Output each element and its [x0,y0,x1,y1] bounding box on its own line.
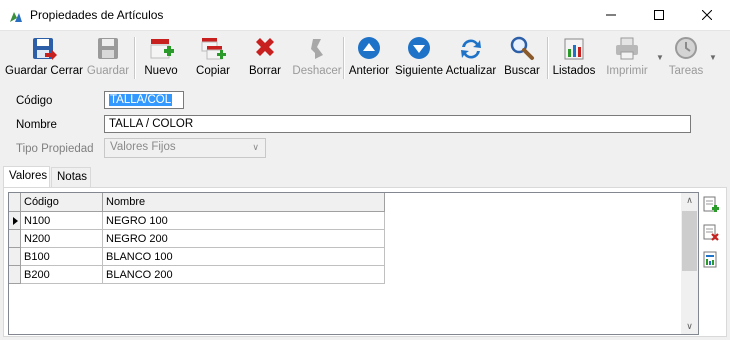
tasks-button[interactable]: Tareas [664,31,708,83]
tab-notas[interactable]: Notas [51,167,91,187]
maximize-button[interactable] [636,0,682,30]
copy-button[interactable]: Copiar [191,31,235,83]
minimize-icon [606,14,616,16]
cell-nombre[interactable]: NEGRO 200 [103,230,385,248]
delete-button[interactable]: Borrar [243,31,287,83]
table-row[interactable]: N100 NEGRO 100 [9,212,385,230]
undo-label: Deshacer [292,65,342,77]
save-close-button[interactable]: Guardar Cerrar [4,31,84,83]
refresh-label: Actualizar [445,65,497,77]
undo-icon [311,39,323,59]
column-header-nombre-label: Nombre [106,196,146,208]
previous-button[interactable]: Anterior [346,31,392,83]
close-button[interactable] [684,0,730,30]
chevron-down-icon: ∨ [252,142,259,152]
nombre-value: TALLA / COLOR [109,118,194,130]
copy-icon [201,38,226,60]
add-row-icon[interactable] [702,196,720,214]
tasks-icon [675,37,697,59]
title-bar: Propiedades de Artículos [0,0,730,31]
valores-panel: Código Nombre N100 NEGRO 100 N200 NEGRO … [3,187,727,337]
column-header-codigo-label: Código [24,196,59,208]
nombre-label: Nombre [16,119,57,131]
new-icon [150,39,174,59]
next-label: Siguiente [395,65,443,77]
scroll-down-icon[interactable]: ∨ [681,321,698,332]
save-icon [98,38,118,59]
table-row[interactable]: N200 NEGRO 200 [9,230,385,248]
tab-notas-label: Notas [57,171,88,183]
app-icon [10,12,22,22]
minimize-button[interactable] [588,0,634,30]
previous-icon [358,37,380,59]
nombre-field[interactable]: TALLA / COLOR [104,115,691,133]
scroll-up-icon[interactable]: ∧ [681,195,698,206]
values-grid[interactable]: Código Nombre N100 NEGRO 100 N200 NEGRO … [8,192,699,335]
reports-button[interactable]: Listados [551,31,597,83]
cell-codigo[interactable]: N100 [21,212,103,230]
print-label: Imprimir [606,65,648,77]
row-selector[interactable] [9,212,21,230]
search-icon [510,36,534,60]
row-selector[interactable] [9,230,21,248]
refresh-button[interactable]: Actualizar [445,31,497,83]
current-row-icon [13,217,18,225]
maximize-icon [654,10,664,20]
print-button[interactable]: Imprimir [600,31,654,83]
delete-label: Borrar [249,65,281,77]
delete-icon [256,38,274,56]
codigo-field[interactable]: TALLA/COL [104,91,184,109]
edit-row-icon[interactable] [702,251,720,269]
copy-label: Copiar [196,65,230,77]
new-label: Nuevo [144,65,178,77]
row-selector[interactable] [9,248,21,266]
codigo-label: Código [16,95,53,107]
scroll-thumb[interactable] [682,211,697,271]
toolbar-separator [134,37,136,79]
table-row[interactable]: B200 BLANCO 200 [9,266,385,284]
cell-nombre[interactable]: BLANCO 100 [103,248,385,266]
tab-valores-label: Valores [9,170,48,182]
close-icon [702,10,712,20]
column-header-nombre[interactable]: Nombre [103,193,385,212]
toolbar: Guardar Cerrar Guardar Nuevo Copiar Borr… [0,31,730,84]
save-label: Guardar [86,65,130,77]
table-row[interactable]: B100 BLANCO 100 [9,248,385,266]
tasks-dropdown-icon[interactable]: ▼ [709,53,717,62]
cell-codigo[interactable]: B200 [21,266,103,284]
new-button[interactable]: Nuevo [139,31,183,83]
printer-icon [616,37,638,60]
delete-row-icon[interactable] [702,224,720,242]
reports-label: Listados [552,65,596,77]
refresh-icon [461,39,481,59]
save-button[interactable]: Guardar [85,31,131,83]
search-label: Buscar [504,65,540,77]
window-title: Propiedades de Artículos [30,8,164,22]
previous-label: Anterior [348,65,390,77]
tipo-propiedad-value: Valores Fijos [110,141,176,153]
reports-icon [564,38,584,60]
save-close-icon [33,38,57,60]
tipo-propiedad-select[interactable]: Valores Fijos ∨ [104,138,266,158]
column-header-codigo[interactable]: Código [21,193,103,212]
cell-codigo[interactable]: B100 [21,248,103,266]
search-button[interactable]: Buscar [500,31,544,83]
grid-corner [9,193,21,212]
next-button[interactable]: Siguiente [395,31,443,83]
cell-codigo[interactable]: N200 [21,230,103,248]
toolbar-separator [547,37,549,79]
vertical-scrollbar[interactable]: ∧ ∨ [681,193,698,334]
tipo-propiedad-label: Tipo Propiedad [16,143,94,155]
save-close-label: Guardar Cerrar [5,65,83,77]
cell-nombre[interactable]: BLANCO 200 [103,266,385,284]
tasks-label: Tareas [668,65,704,77]
codigo-value: TALLA/COL [109,94,173,106]
tab-valores[interactable]: Valores [3,166,50,188]
toolbar-separator [343,37,345,79]
row-selector[interactable] [9,266,21,284]
print-dropdown-icon[interactable]: ▼ [656,53,664,62]
next-icon [408,37,430,59]
undo-button[interactable]: Deshacer [292,31,342,83]
cell-nombre[interactable]: NEGRO 100 [103,212,385,230]
